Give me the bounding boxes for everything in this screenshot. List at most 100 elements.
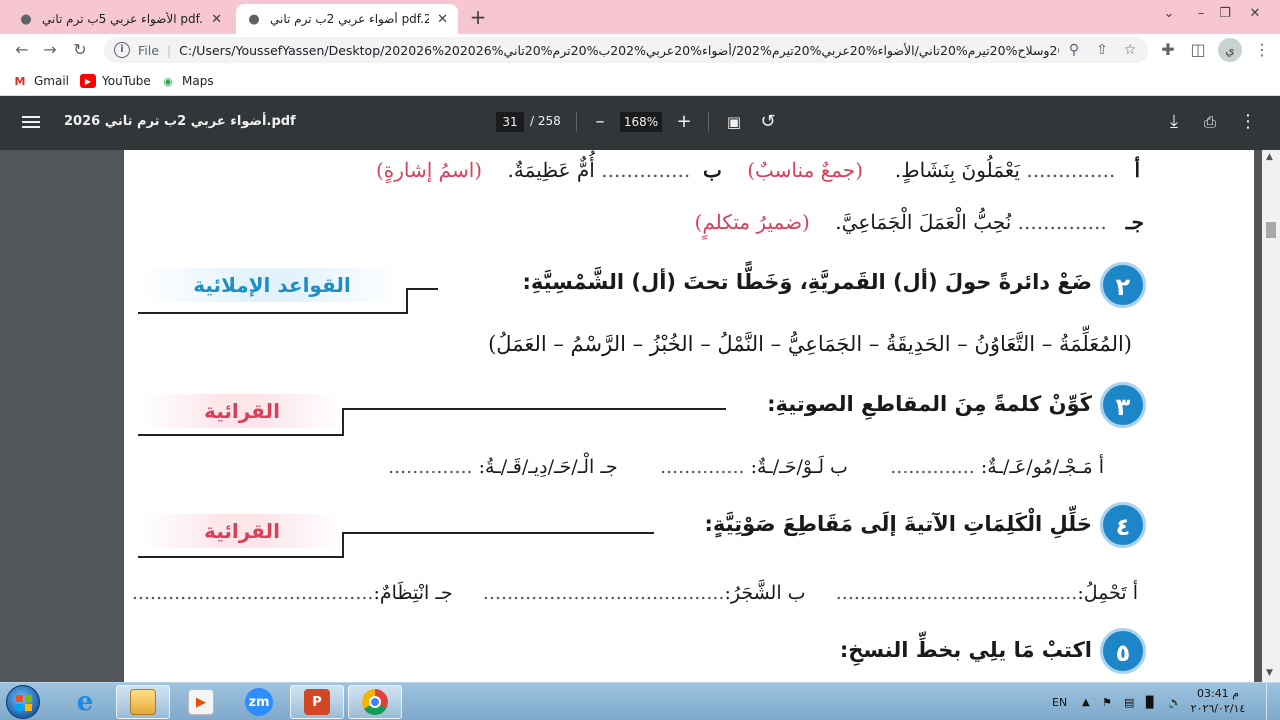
- forward-icon[interactable]: →: [38, 38, 62, 62]
- close-tab-icon[interactable]: ✕: [211, 12, 222, 27]
- new-tab-button[interactable]: +: [466, 6, 490, 30]
- tab-title: الأضواء عربي 5ب ترم تاني pdf.2026: [42, 12, 203, 26]
- site-info-icon[interactable]: i: [114, 42, 130, 58]
- browser-tab-1[interactable]: ● الأضواء عربي 5ب ترم تاني pdf.2026 ✕: [8, 4, 232, 34]
- question-number: ٤: [1100, 502, 1146, 548]
- divider-line: [342, 532, 344, 558]
- close-tab-icon[interactable]: ✕: [437, 12, 448, 27]
- taskbar-app[interactable]: [116, 685, 170, 719]
- taskbar-app[interactable]: [348, 685, 402, 719]
- vertical-scrollbar[interactable]: ▲ ▼: [1262, 150, 1280, 682]
- taskbar-app[interactable]: P: [290, 685, 344, 719]
- pdf-more-icon[interactable]: ⋮: [1236, 110, 1260, 134]
- zoom-level-input[interactable]: 168%: [620, 112, 662, 132]
- bookmark-maps[interactable]: ◉ Maps: [160, 72, 214, 90]
- divider-line: [342, 532, 654, 534]
- url-text[interactable]: C:/Users/YoussefYassen/Desktop/202026%ال…: [179, 43, 1059, 58]
- pdf-menu-icon[interactable]: [22, 113, 40, 131]
- analysis-row: أ تَحْمِلُ:.............................…: [132, 582, 1138, 604]
- divider-line: [406, 288, 438, 290]
- window-close-icon[interactable]: ✕: [1240, 0, 1270, 30]
- tab-search-icon[interactable]: ⌄: [1154, 0, 1184, 30]
- bookmark-gmail[interactable]: M Gmail: [12, 72, 70, 90]
- hint-text: (ضميرُ متكلمٍ): [694, 210, 810, 234]
- bookmarks-bar: M Gmail ▶ YouTube ◉ Maps: [0, 66, 1280, 96]
- page-number-input[interactable]: 31: [496, 112, 524, 132]
- language-indicator[interactable]: EN: [1052, 683, 1067, 720]
- back-icon[interactable]: ←: [10, 38, 34, 62]
- address-bar[interactable]: i File | C:/Users/YoussefYassen/Desktop/…: [104, 37, 1148, 63]
- side-panel-icon[interactable]: ◫: [1186, 38, 1210, 62]
- bookmark-label: Gmail: [34, 74, 70, 88]
- profile-avatar[interactable]: ي: [1218, 38, 1242, 62]
- internet-explorer-icon: e: [76, 687, 94, 717]
- word-list: (المُعَلِّمَةُ – التَّعَاوُنُ – الحَدِيق…: [488, 332, 1132, 356]
- system-clock[interactable]: 03:41 م ٢٠٢٦/٠٢/١٤: [1188, 686, 1248, 716]
- taskbar-app[interactable]: e: [58, 685, 112, 719]
- divider-line: [138, 312, 406, 314]
- answer-blank: ..............: [601, 158, 691, 182]
- url-separator: |: [166, 42, 172, 58]
- page-total: / 258: [530, 114, 561, 128]
- reload-icon[interactable]: ↻: [68, 38, 92, 62]
- answer-blank: ........................................: [482, 582, 725, 604]
- zoom-in-icon[interactable]: +: [672, 110, 696, 134]
- zoom-out-icon[interactable]: –: [588, 110, 612, 134]
- pdf-page: أ .............. يَعْمَلُونَ بِنَشَاطٍ. …: [124, 150, 1254, 682]
- question-number: ٥: [1100, 628, 1146, 674]
- print-icon[interactable]: ⎙: [1198, 110, 1222, 134]
- bookmark-star-icon[interactable]: ☆: [1120, 40, 1140, 60]
- answer-blank: ..............: [890, 456, 975, 478]
- pdf-toolbar: أضواء عربي 2ب ترم تاني 2026.pdf 31 / 258…: [0, 96, 1280, 150]
- toolbar-divider: [576, 112, 577, 132]
- flag-icon[interactable]: ⚑: [1102, 683, 1112, 720]
- bookmark-youtube[interactable]: ▶ YouTube: [80, 72, 151, 90]
- fit-page-icon[interactable]: ▣: [722, 110, 746, 134]
- scroll-down-icon[interactable]: ▼: [1266, 668, 1273, 678]
- windows-logo-icon: [16, 695, 32, 711]
- taskbar-app[interactable]: zm: [232, 685, 286, 719]
- extensions-icon[interactable]: ✚: [1156, 38, 1180, 62]
- browser-tab-2[interactable]: ● أضواء عربي 2ب ترم تاني pdf.2026 ✕: [236, 4, 458, 34]
- question-text: حَلِّلِ الْكَلِمَاتِ الآتيةَ إلَى مَقَاط…: [704, 512, 1092, 536]
- start-button[interactable]: [6, 685, 40, 719]
- file-explorer-icon: [130, 689, 156, 715]
- tray-arrow-icon[interactable]: ▲: [1082, 683, 1090, 720]
- bookmark-label: Maps: [182, 74, 214, 88]
- signal-icon[interactable]: ▉: [1146, 683, 1154, 720]
- share-icon[interactable]: ⇧: [1092, 40, 1112, 60]
- scrollbar-thumb[interactable]: [1266, 222, 1276, 238]
- download-icon[interactable]: ⤓: [1162, 110, 1186, 134]
- pdf-title: أضواء عربي 2ب ترم تاني 2026.pdf: [64, 114, 296, 129]
- clock-date: ٢٠٢٦/٠٢/١٤: [1190, 702, 1246, 715]
- exercise-row-c: جـ .............. نُحِبُّ الْعَمَلَ الْج…: [695, 210, 1144, 234]
- pdf-viewer[interactable]: أ .............. يَعْمَلُونَ بِنَشَاطٍ. …: [0, 150, 1280, 682]
- network-icon[interactable]: ▤: [1124, 683, 1134, 720]
- divider-line: [406, 288, 408, 314]
- item-b: ب لَـوْ/حَـ/ـةٌ:: [750, 456, 848, 478]
- tab-strip: ● الأضواء عربي 5ب ترم تاني pdf.2026 ✕ ● …: [0, 0, 1280, 34]
- toolbar-divider: [708, 112, 709, 132]
- gmail-icon: M: [14, 74, 26, 88]
- divider-line: [138, 556, 344, 558]
- exercise-row-a: أ .............. يَعْمَلُونَ بِنَشَاطٍ. …: [376, 158, 1140, 182]
- taskbar-app[interactable]: ▶: [174, 685, 228, 719]
- scroll-up-icon[interactable]: ▲: [1266, 152, 1273, 162]
- zoom-lens-icon[interactable]: ⚲: [1064, 40, 1084, 60]
- sentence-text: نُحِبُّ الْعَمَلَ الْجَمَاعِيَّ.: [835, 210, 1012, 234]
- divider-line: [138, 434, 344, 436]
- answer-blank: ..............: [1017, 210, 1107, 234]
- powerpoint-icon: P: [304, 689, 330, 715]
- hint-text: (اسمُ إشارةٍ): [375, 158, 483, 182]
- divider-line: [342, 408, 344, 436]
- show-desktop-button[interactable]: [1266, 683, 1280, 720]
- volume-icon[interactable]: 🔈: [1168, 683, 1182, 720]
- answer-blank: ..............: [659, 456, 745, 478]
- more-menu-icon[interactable]: ⋮: [1250, 38, 1274, 62]
- rotate-icon[interactable]: ↺: [756, 110, 780, 134]
- sentence-text: يَعْمَلُونَ بِنَشَاطٍ.: [894, 158, 1020, 182]
- answer-blank: ..............: [388, 456, 473, 478]
- answer-blank: ..............: [1026, 158, 1116, 182]
- restore-icon[interactable]: ❐: [1210, 0, 1240, 30]
- answer-blank: ........................................: [131, 582, 374, 604]
